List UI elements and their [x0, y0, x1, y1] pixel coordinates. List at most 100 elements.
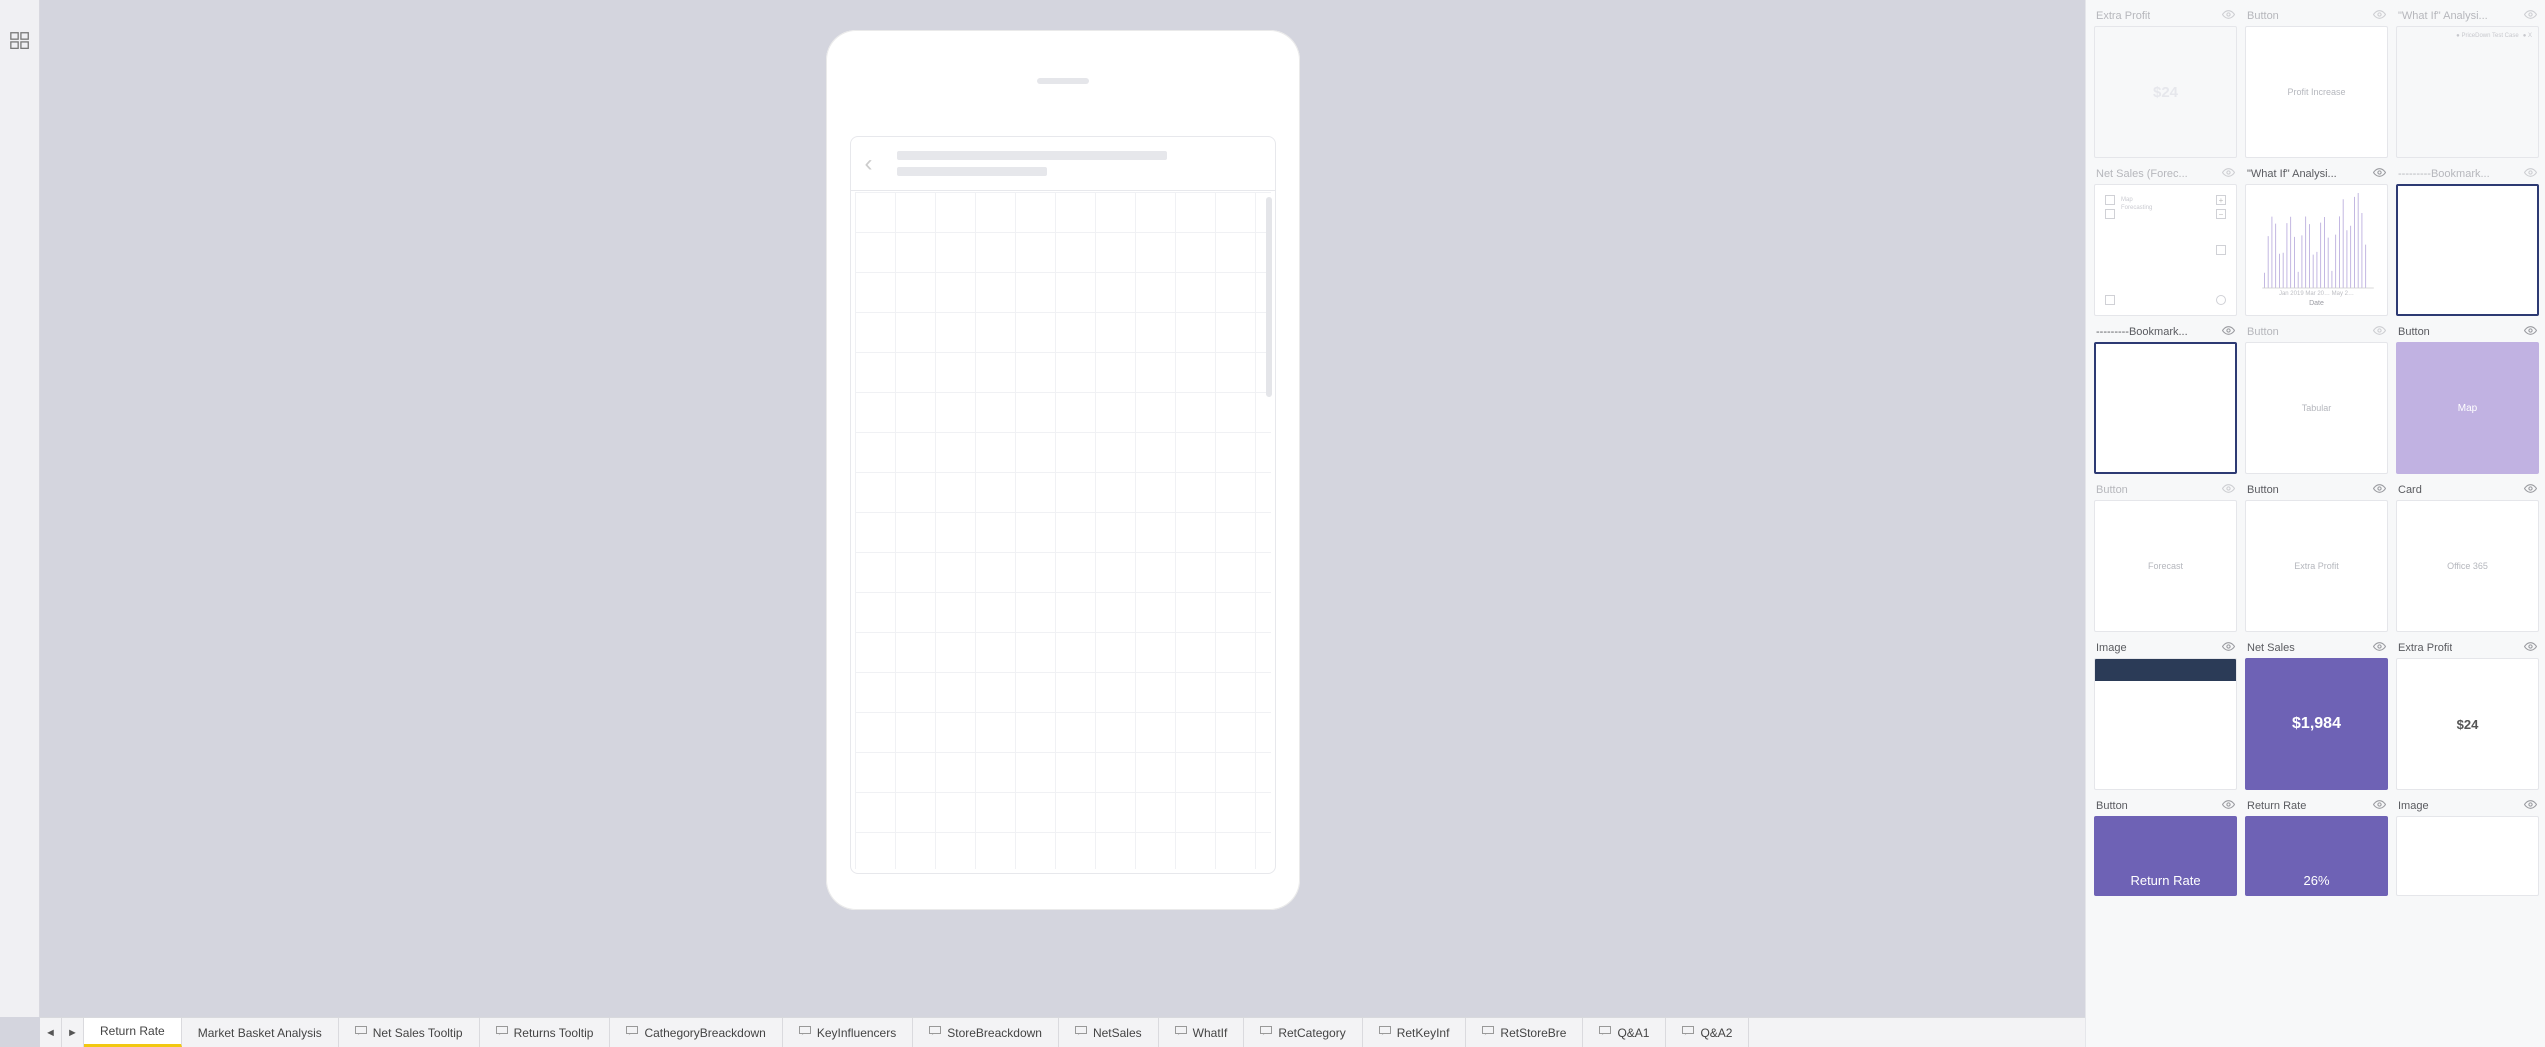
page-tab-q-a2[interactable]: Q&A2: [1666, 1018, 1749, 1047]
visual-thumbnail[interactable]: Profit Increase: [2245, 26, 2388, 158]
page-tab-keyinfluencers[interactable]: KeyInfluencers: [783, 1018, 913, 1047]
visual-thumbnail[interactable]: [2094, 342, 2237, 474]
tooltip-page-icon: [496, 1026, 508, 1039]
visual-value: $1,984: [2292, 715, 2341, 733]
visual-tile-header: Image: [2094, 638, 2237, 658]
page-tab-retcategory[interactable]: RetCategory: [1244, 1018, 1362, 1047]
visual-tile[interactable]: "What If" Analysi... ● PriceDown Test Cas…: [2396, 6, 2539, 158]
visual-tile[interactable]: Net Sales$1,984: [2245, 638, 2388, 790]
visibility-eye-icon[interactable]: [2524, 798, 2537, 814]
visibility-eye-icon[interactable]: [2222, 482, 2235, 498]
visual-tile[interactable]: ButtonForecast: [2094, 480, 2237, 632]
visual-tile[interactable]: Return Rate26%: [2245, 796, 2388, 896]
visual-thumbnail[interactable]: [2094, 658, 2237, 790]
tab-scroll-left-icon[interactable]: ◄: [40, 1018, 62, 1047]
visual-thumbnail[interactable]: Forecast: [2094, 500, 2237, 632]
visibility-eye-icon[interactable]: [2222, 8, 2235, 24]
visibility-eye-icon[interactable]: [2524, 482, 2537, 498]
page-tab-retstorebre[interactable]: RetStoreBre: [1466, 1018, 1583, 1047]
visual-tile[interactable]: CardOffice 365: [2396, 480, 2539, 632]
back-chevron-icon[interactable]: ‹: [865, 150, 883, 178]
tooltip-page-icon: [1260, 1026, 1272, 1039]
page-tab-returns-tooltip[interactable]: Returns Tooltip: [480, 1018, 611, 1047]
visual-tile-header: ---------Bookmark...: [2094, 322, 2237, 342]
visual-tile[interactable]: Extra Profit $24: [2094, 6, 2237, 158]
page-tab-whatif[interactable]: WhatIf: [1159, 1018, 1245, 1047]
visual-label: Tabular: [2302, 403, 2332, 413]
visual-tile[interactable]: ButtonExtra Profit: [2245, 480, 2388, 632]
visual-tile[interactable]: Extra Profit$24: [2396, 638, 2539, 790]
tooltip-page-icon: [1482, 1026, 1494, 1039]
visibility-eye-icon[interactable]: [2524, 324, 2537, 340]
visibility-eye-icon[interactable]: [2222, 324, 2235, 340]
visual-tile[interactable]: Image: [2396, 796, 2539, 896]
visual-tile-header: Extra Profit: [2094, 6, 2237, 26]
visual-value: $24: [2153, 84, 2178, 101]
page-tab-label: RetCategory: [1278, 1026, 1345, 1040]
visual-thumbnail[interactable]: $24: [2094, 26, 2237, 158]
visual-thumbnail[interactable]: [2396, 184, 2539, 316]
visibility-eye-icon[interactable]: [2373, 482, 2386, 498]
phone-layout-grid[interactable]: [855, 192, 1271, 869]
visual-thumbnail[interactable]: [2396, 816, 2539, 896]
visual-thumbnail[interactable]: Extra Profit: [2245, 500, 2388, 632]
visual-tile[interactable]: "What If" Analysi...Jan 2019 Mar 20… May…: [2245, 164, 2388, 316]
visual-title: Button: [2398, 326, 2430, 338]
tab-scroll-right-icon[interactable]: ►: [62, 1018, 84, 1047]
visual-thumbnail[interactable]: $1,984: [2245, 658, 2388, 790]
visibility-eye-icon[interactable]: [2373, 798, 2386, 814]
visual-value: 26%: [2303, 873, 2329, 888]
visual-title: Button: [2247, 326, 2279, 338]
page-tab-return-rate[interactable]: Return Rate: [84, 1018, 182, 1047]
page-tab-label: Q&A1: [1617, 1026, 1649, 1040]
page-tabs-bar: ◄ ► Return RateMarket Basket AnalysisNet…: [40, 1017, 2085, 1047]
page-tab-retkeyinf[interactable]: RetKeyInf: [1363, 1018, 1467, 1047]
visibility-eye-icon[interactable]: [2524, 640, 2537, 656]
page-tab-net-sales-tooltip[interactable]: Net Sales Tooltip: [339, 1018, 480, 1047]
visual-thumbnail[interactable]: Map: [2396, 342, 2539, 474]
visual-thumbnail[interactable]: 26%: [2245, 816, 2388, 896]
visibility-eye-icon[interactable]: [2524, 8, 2537, 24]
page-tab-label: Q&A2: [1700, 1026, 1732, 1040]
visual-tile[interactable]: ---------Bookmark...: [2396, 164, 2539, 316]
tooltip-page-icon: [799, 1026, 811, 1039]
page-tab-cathegorybreackdown[interactable]: CathegoryBreackdown: [610, 1018, 782, 1047]
tooltip-page-icon: [355, 1026, 367, 1039]
page-tab-market-basket-analysis[interactable]: Market Basket Analysis: [182, 1018, 339, 1047]
visual-thumbnail[interactable]: +−MapForecasting: [2094, 184, 2237, 316]
visibility-eye-icon[interactable]: [2222, 166, 2235, 182]
visual-thumbnail[interactable]: Office 365: [2396, 500, 2539, 632]
visibility-eye-icon[interactable]: [2222, 798, 2235, 814]
visibility-eye-icon[interactable]: [2524, 166, 2537, 182]
visual-title: "What If" Analysi...: [2398, 10, 2488, 22]
visual-tile[interactable]: Button Tabular: [2245, 322, 2388, 474]
visual-tile[interactable]: Button Map: [2396, 322, 2539, 474]
phone-screen[interactable]: ‹: [850, 136, 1276, 874]
visual-tile[interactable]: Image: [2094, 638, 2237, 790]
phone-scrollbar[interactable]: [1266, 197, 1272, 397]
page-tab-netsales[interactable]: NetSales: [1059, 1018, 1159, 1047]
visibility-eye-icon[interactable]: [2373, 8, 2386, 24]
page-tab-storebreackdown[interactable]: StoreBreackdown: [913, 1018, 1059, 1047]
visual-tile[interactable]: ---------Bookmark...: [2094, 322, 2237, 474]
tooltip-page-icon: [929, 1026, 941, 1039]
visibility-eye-icon[interactable]: [2373, 166, 2386, 182]
visual-value: Map: [2458, 403, 2477, 414]
visual-thumbnail[interactable]: Jan 2019 Mar 20… May 2…Date: [2245, 184, 2388, 316]
visual-tile-header: Button: [2396, 322, 2539, 342]
visibility-eye-icon[interactable]: [2222, 640, 2235, 656]
visual-tile[interactable]: ButtonReturn Rate: [2094, 796, 2237, 896]
visibility-eye-icon[interactable]: [2373, 640, 2386, 656]
visual-tile-header: Button: [2245, 480, 2388, 500]
visual-tile[interactable]: Button Profit Increase: [2245, 6, 2388, 158]
visual-thumbnail[interactable]: $24: [2396, 658, 2539, 790]
visibility-eye-icon[interactable]: [2373, 324, 2386, 340]
page-tab-label: StoreBreackdown: [947, 1026, 1042, 1040]
visual-thumbnail[interactable]: ● PriceDown Test Case● X: [2396, 26, 2539, 158]
visual-thumbnail[interactable]: Tabular: [2245, 342, 2388, 474]
views-icon[interactable]: [9, 30, 31, 52]
visual-title: Button: [2247, 10, 2279, 22]
page-tab-q-a1[interactable]: Q&A1: [1583, 1018, 1666, 1047]
visual-tile[interactable]: Net Sales (Forec...+−MapForecasting: [2094, 164, 2237, 316]
visual-thumbnail[interactable]: Return Rate: [2094, 816, 2237, 896]
